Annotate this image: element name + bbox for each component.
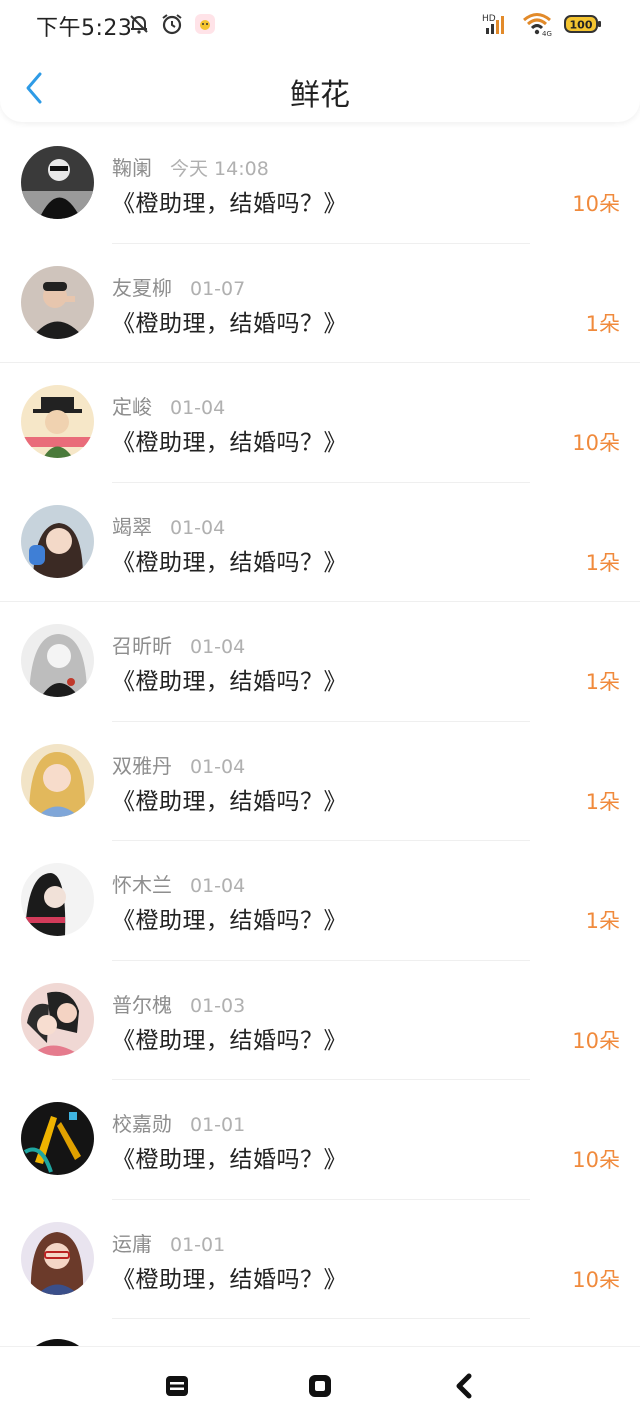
list-item[interactable]: 定峻 01-04 《橙助理，结婚吗？》 10朵: [0, 363, 640, 483]
flower-count: 10朵: [572, 1148, 620, 1172]
flower-count: 1朵: [585, 789, 620, 814]
page-title: 鲜花: [290, 78, 350, 113]
timestamp: 01-04: [170, 397, 226, 419]
status-bar: 下午5:23 HD 4G 100: [0, 0, 640, 50]
back-nav-button[interactable]: [450, 1371, 480, 1401]
user-name: 双雅丹: [112, 753, 172, 778]
alarm-icon: [160, 12, 184, 40]
book-title: 《橙助理，结婚吗？》: [112, 1027, 347, 1054]
app-notification-icon: [194, 13, 216, 39]
avatar[interactable]: [21, 265, 94, 339]
list-item[interactable]: 友夏柳 01-07 《橙助理，结婚吗？》 1朵: [0, 244, 640, 363]
timestamp: 今天 14:08: [170, 158, 269, 180]
avatar[interactable]: [21, 982, 94, 1056]
book-title: 《橙助理，结婚吗？》: [112, 669, 347, 695]
home-icon: [309, 1375, 331, 1397]
book-title: 《橙助理，结婚吗？》: [112, 549, 347, 576]
list-item-partial[interactable]: [0, 1319, 640, 1349]
avatar[interactable]: [21, 385, 94, 458]
flower-count: 1朵: [585, 550, 620, 575]
battery-level: 100: [570, 19, 593, 32]
back-nav-icon: [456, 1373, 472, 1399]
book-title: 《橙助理，结婚吗？》: [112, 1266, 347, 1293]
user-name: 校嘉勋: [112, 1112, 172, 1136]
home-button[interactable]: [305, 1371, 335, 1401]
book-title: 《橙助理，结婚吗？》: [112, 310, 347, 337]
avatar[interactable]: [21, 624, 94, 697]
timestamp: 01-04: [190, 636, 246, 658]
avatar[interactable]: [21, 146, 94, 219]
timestamp: 01-01: [190, 1114, 246, 1136]
flower-count: 1朵: [585, 311, 620, 336]
mute-bell-icon: [128, 13, 150, 39]
list-item[interactable]: 校嘉勋 01-01 《橙助理，结婚吗？》 10朵: [0, 1080, 640, 1200]
menu-icon: [166, 1376, 188, 1396]
avatar[interactable]: [21, 1221, 94, 1295]
user-name: 运庸: [112, 1231, 152, 1256]
avatar[interactable]: [21, 504, 94, 578]
timestamp: 01-03: [190, 994, 246, 1017]
user-name: 定峻: [112, 395, 152, 419]
list-item[interactable]: 鞠阑 今天 14:08 《橙助理，结婚吗？》 10朵: [0, 124, 640, 244]
flower-count: 10朵: [572, 1028, 620, 1053]
avatar[interactable]: [21, 863, 94, 936]
system-navigation-bar: [0, 1346, 640, 1422]
list-item[interactable]: 普尔槐 01-03 《橙助理，结婚吗？》 10朵: [0, 961, 640, 1080]
user-name: 友夏柳: [112, 275, 172, 300]
flower-count: 10朵: [572, 192, 620, 216]
hd-signal-icon: HD: [482, 12, 510, 40]
top-bar: 下午5:23 HD 4G 100 鲜花: [0, 0, 640, 122]
avatar[interactable]: [21, 1102, 94, 1175]
timestamp: 01-04: [190, 755, 246, 778]
book-title: 《橙助理，结婚吗？》: [112, 191, 347, 217]
list-item[interactable]: 运庸 01-01 《橙助理，结婚吗？》 10朵: [0, 1200, 640, 1319]
status-time: 下午5:23: [36, 16, 133, 41]
timestamp: 01-01: [170, 1233, 226, 1256]
flower-count: 1朵: [585, 909, 620, 933]
wifi-icon: 4G: [522, 12, 552, 40]
flower-count: 1朵: [585, 670, 620, 694]
book-title: 《橙助理，结婚吗？》: [112, 788, 347, 815]
list-item[interactable]: 竭翠 01-04 《橙助理，结婚吗？》 1朵: [0, 483, 640, 602]
user-name: 怀木兰: [112, 873, 172, 897]
avatar[interactable]: [21, 743, 94, 817]
timestamp: 01-07: [190, 277, 246, 300]
user-name: 竭翠: [112, 514, 152, 539]
user-name: 鞠阑: [112, 156, 152, 180]
user-name: 召昕昕: [112, 634, 172, 658]
network-label: 4G: [542, 30, 552, 36]
flower-list: 鞠阑 今天 14:08 《橙助理，结婚吗？》 10朵 友夏柳 01-07 《橙助…: [0, 124, 640, 1349]
battery-icon: 100: [564, 14, 602, 38]
timestamp: 01-04: [190, 875, 246, 897]
flower-count: 10朵: [572, 1267, 620, 1292]
hd-label: HD: [482, 14, 496, 24]
timestamp: 01-04: [170, 516, 226, 539]
list-item[interactable]: 双雅丹 01-04 《橙助理，结婚吗？》 1朵: [0, 722, 640, 841]
book-title: 《橙助理，结婚吗？》: [112, 1147, 347, 1173]
book-title: 《橙助理，结婚吗？》: [112, 908, 347, 934]
flower-count: 10朵: [572, 431, 620, 455]
user-name: 普尔槐: [112, 992, 172, 1017]
header: 鲜花: [0, 58, 640, 120]
list-item[interactable]: 怀木兰 01-04 《橙助理，结婚吗？》 1朵: [0, 841, 640, 961]
book-title: 《橙助理，结婚吗？》: [112, 430, 347, 456]
menu-button[interactable]: [162, 1371, 192, 1401]
list-item[interactable]: 召昕昕 01-04 《橙助理，结婚吗？》 1朵: [0, 602, 640, 722]
